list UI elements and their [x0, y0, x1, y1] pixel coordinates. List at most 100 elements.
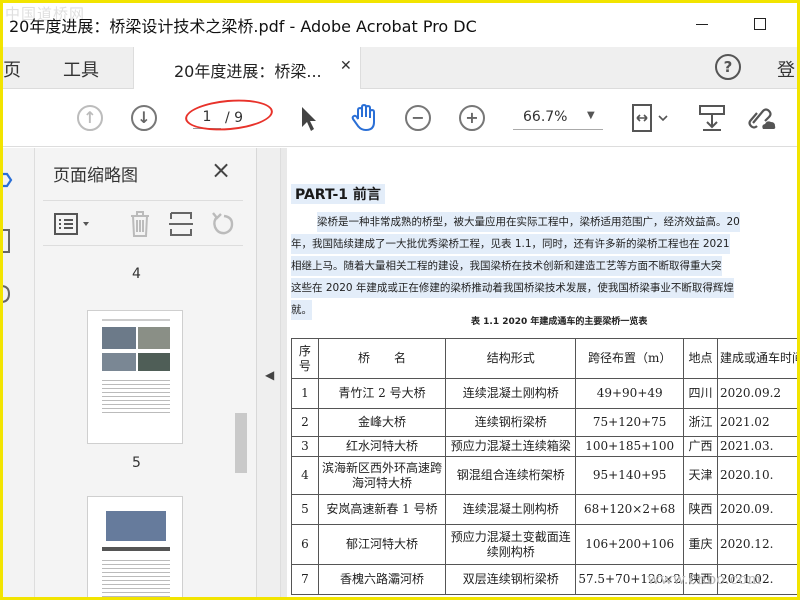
document-view: PART-1 前言 梁桥是一种非常成熟的桥型，被大量应用在实际工程中，梁桥适用范… — [281, 148, 797, 597]
col-header: 跨径布置（m） — [575, 338, 685, 379]
panel-collapse-strip[interactable]: ◀ — [257, 148, 281, 597]
table-cell: 陕西 — [683, 494, 718, 525]
table-cell: 95+140+95 — [575, 456, 685, 495]
tab-document[interactable]: 20年度进展：桥梁... ✕ — [133, 47, 361, 89]
col-header: 序号 — [291, 338, 319, 379]
document-tab-label: 20年度进展：桥梁... — [174, 62, 322, 81]
close-icon[interactable]: × — [211, 156, 231, 184]
rotate-icon[interactable] — [209, 209, 237, 239]
download-icon[interactable] — [697, 103, 727, 133]
col-header: 结构形式 — [445, 338, 577, 379]
select-cursor-icon[interactable] — [299, 105, 319, 133]
hand-tool-icon[interactable] — [349, 103, 379, 133]
table-cell: 郁江河特大桥 — [317, 524, 447, 565]
table-cell: 四川 — [683, 378, 718, 409]
page-thumbnails-icon[interactable] — [0, 168, 15, 192]
highlight-annotation — [183, 96, 275, 134]
table-cell: 天津 — [683, 456, 718, 495]
table-caption: 表 1.1 2020 年建成通车的主要梁桥一览表 — [471, 317, 648, 327]
table-cell: 重庆 — [683, 524, 718, 565]
extract-page-icon[interactable] — [167, 209, 195, 239]
collapse-panel-icon[interactable]: ◀ — [265, 368, 274, 382]
table-cell: 7 — [291, 564, 319, 595]
table-row: 4 滨海新区西外环高速跨海河特大桥 钢混组合连续桁架桥 95+140+95 天津… — [291, 456, 797, 495]
table-cell: 2020.09. — [716, 494, 797, 525]
thumbnail-options-icon[interactable] — [53, 211, 93, 237]
next-page-icon[interactable]: ↓ — [131, 105, 157, 131]
table-cell: 金峰大桥 — [317, 408, 447, 437]
page-thumbnail[interactable] — [87, 310, 183, 444]
table-cell: 5 — [291, 494, 319, 525]
table-cell: 3 — [291, 436, 319, 457]
pdf-page: PART-1 前言 梁桥是一种非常成熟的桥型，被大量应用在实际工程中，梁桥适用范… — [287, 148, 797, 597]
chevron-down-icon: ▼ — [587, 110, 595, 121]
tab-tools[interactable]: 工具 — [63, 56, 99, 82]
zoom-select[interactable]: 66.7% ▼ — [513, 106, 603, 130]
table-cell: 2021.03. — [716, 436, 797, 457]
table-cell: 2 — [291, 408, 319, 437]
table-cell: 2021.02 — [716, 408, 797, 437]
panel-title: 页面缩略图 — [53, 166, 138, 186]
paragraph-line: 就。 — [291, 300, 312, 320]
zoom-out-icon[interactable]: − — [405, 105, 431, 131]
table-row: 3 红水河特大桥 预应力混凝土连续箱梁 100+185+100 广西 2021.… — [291, 436, 797, 457]
bridges-table: 序号 桥 名 结构形式 跨径布置（m） 地点 建成或通车时间 1 青竹江 2 号… — [291, 338, 797, 595]
thumbnails-panel: 页面缩略图 × 4 5 — [35, 148, 257, 597]
table-cell: 6 — [291, 524, 319, 565]
paragraph-line: 这些在 2020 年建成或正在修建的梁桥推动着我国桥梁技术发展，使我国桥梁事业不… — [291, 278, 734, 298]
table-cell: 106+200+106 — [575, 524, 685, 565]
table-cell: 连续混凝土刚构桥 — [445, 494, 577, 525]
table-cell: 香槐六路灞河桥 — [317, 564, 447, 595]
toolbar: ↑ ↓ 1 / 9 − + 66.7% ▼ — [3, 89, 797, 147]
table-cell: 75+120+75 — [575, 408, 685, 437]
col-header: 建成或通车时间 — [716, 338, 797, 379]
scrollbar-thumb[interactable] — [235, 413, 247, 473]
table-cell: 4 — [291, 456, 319, 495]
attachments-icon[interactable] — [0, 282, 15, 308]
panel-toolbar — [43, 200, 243, 246]
fit-page-icon[interactable] — [629, 103, 669, 133]
previous-page-icon[interactable]: ↑ — [77, 105, 103, 131]
paragraph-line: 梁桥是一种非常成熟的桥型，被大量应用在实际工程中，梁桥适用范围广，经济效益高。2… — [317, 212, 740, 232]
table-cell: 2020.09.2 — [716, 378, 797, 409]
paragraph-line: 年，我国陆续建成了一大批优秀梁桥工程，见表 1.1，同时，还有许多新的梁桥工程也… — [291, 234, 730, 254]
thumb-label-5: 5 — [132, 455, 141, 471]
table-row: 5 安岚高速新春 1 号桥 连续混凝土刚构桥 68+120×2+68 陕西 20… — [291, 494, 797, 525]
maximize-icon[interactable] — [754, 18, 766, 30]
tab-bar: 主页 工具 20年度进展：桥梁... ✕ ? 登 — [3, 47, 797, 89]
section-heading: PART-1 前言 — [291, 184, 385, 204]
table-row: 2 金峰大桥 连续钢桁梁桥 75+120+75 浙江 2021.02 — [291, 408, 797, 437]
signin-button[interactable]: 登 — [777, 56, 795, 82]
table-cell: 68+120×2+68 — [575, 494, 685, 525]
table-cell: 1 — [291, 378, 319, 409]
table-cell: 钢混组合连续桁架桥 — [445, 456, 577, 495]
table-cell: 双层连续钢桁梁桥 — [445, 564, 577, 595]
table-cell: 2020.12. — [716, 524, 797, 565]
table-cell: 浙江 — [683, 408, 718, 437]
table-cell: 预应力混凝土变截面连续刚构桥 — [445, 524, 577, 565]
table-row: 1 青竹江 2 号大桥 连续混凝土刚构桥 49+90+49 四川 2020.09… — [291, 378, 797, 409]
delete-page-icon[interactable] — [127, 209, 153, 239]
minimize-icon[interactable] — [696, 24, 708, 25]
table-cell: 青竹江 2 号大桥 — [317, 378, 447, 409]
watermark-bottom: www.cnbo.com — [647, 570, 762, 588]
title-bar: 中国道桥网 20年度进展：桥梁设计技术之梁桥.pdf - Adobe Acrob… — [3, 3, 797, 47]
app-window: 中国道桥网 20年度进展：桥梁设计技术之梁桥.pdf - Adobe Acrob… — [0, 0, 800, 600]
table-header-row: 序号 桥 名 结构形式 跨径布置（m） 地点 建成或通车时间 — [291, 338, 797, 379]
help-icon[interactable]: ? — [715, 54, 741, 80]
table-cell: 红水河特大桥 — [317, 436, 447, 457]
table-cell: 连续钢桁梁桥 — [445, 408, 577, 437]
table-cell: 广西 — [683, 436, 718, 457]
zoom-value: 66.7% — [523, 109, 568, 125]
bookmarks-icon[interactable] — [0, 228, 15, 254]
tab-close-icon[interactable]: ✕ — [340, 58, 352, 74]
share-link-icon[interactable] — [745, 103, 777, 133]
table-cell: 连续混凝土刚构桥 — [445, 378, 577, 409]
table-cell: 100+185+100 — [575, 436, 685, 457]
page-thumbnail[interactable] — [87, 496, 183, 597]
zoom-in-icon[interactable]: + — [459, 105, 485, 131]
table-row: 6 郁江河特大桥 预应力混凝土变截面连续刚构桥 106+200+106 重庆 2… — [291, 524, 797, 565]
tab-home[interactable]: 主页 — [3, 56, 21, 82]
thumbnail-list: 4 5 — [35, 256, 257, 597]
table-cell: 2020.10. — [716, 456, 797, 495]
